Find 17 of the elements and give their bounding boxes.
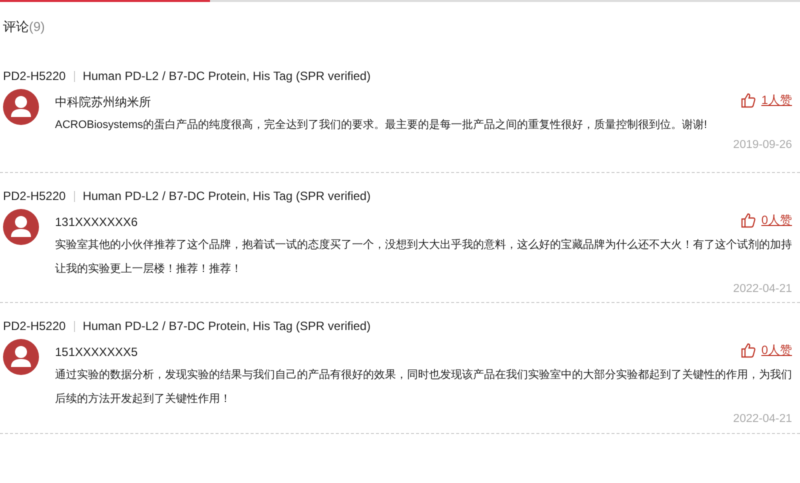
comment-text: ACROBiosystems的蛋白产品的纯度很高，完全达到了我们的要求。最主要的是每一批产品之间的重复性很好，质量控制很到位。谢谢!: [55, 118, 708, 133]
product-name: Human PD-L2 / B7-DC Protein, His Tag (SPR verified): [82, 188, 371, 205]
product-name: Human PD-L2 / B7-DC Protein, His Tag (SPR verified): [82, 68, 371, 85]
product-name: Human PD-L2 / B7-DC Protein, His Tag (SPR verified): [82, 318, 371, 336]
comment-count: (9): [29, 19, 45, 34]
product-code: PD2-H5220: [3, 188, 66, 205]
comment-date: 2022-04-21: [732, 282, 792, 297]
comment-date: 2022-04-21: [732, 412, 792, 428]
product-code: PD2-H5220: [3, 68, 66, 85]
user-name: 131XXXXXXX6: [55, 214, 138, 231]
comment-text: 实验室其他的小伙伴推荐了这个品牌，抱着试一试的态度买了一个，没想到大大出乎我的意料，这么好的宝藏品牌为什么还不大火！有了这个试剂的加持让我的实验更上一层楼！推荐！推荐！: [55, 238, 792, 277]
user-name: 中科院苏州纳米所: [55, 94, 151, 111]
product-code: PD2-H5220: [3, 318, 66, 336]
section-title: 评论: [3, 19, 29, 34]
user-name: 151XXXXXXX5: [55, 344, 138, 362]
comment-text: 通过实验的数据分析，发现实验的结果与我们自己的产品有很好的效果，同时也发现该产品在我们实验室中的大部分实验都起到了关键性的作用，为我们后续的方法开发起到了关键性作用！: [55, 368, 792, 408]
comment-date: 2019-09-26: [732, 138, 792, 153]
